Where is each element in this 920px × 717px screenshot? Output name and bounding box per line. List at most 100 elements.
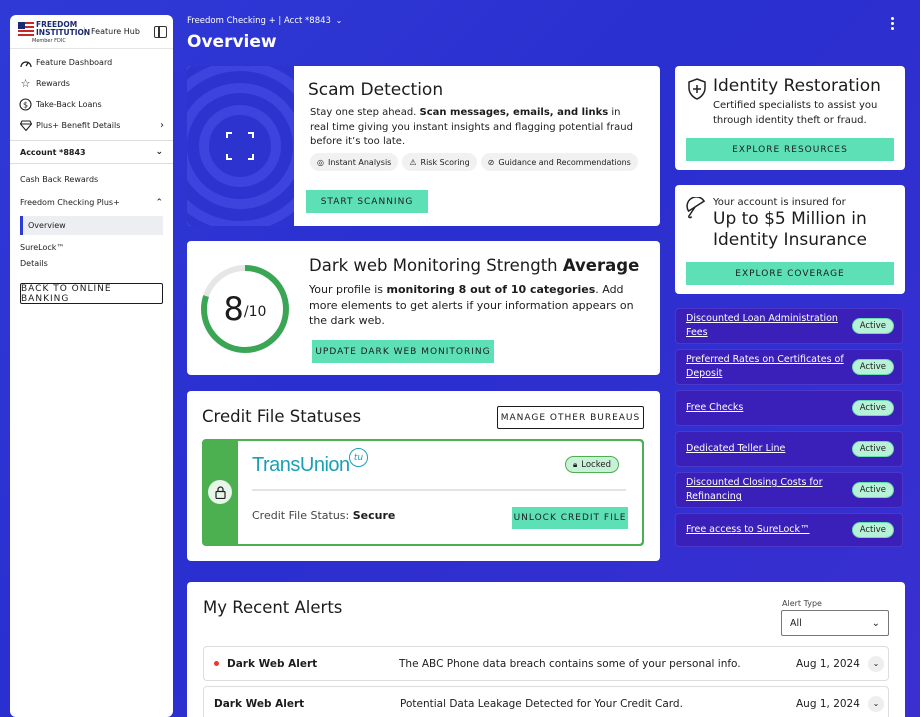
benefit-row[interactable]: Free Checks Active bbox=[675, 390, 903, 426]
feature-chip-guidance: ⊘ Guidance and Recommendations bbox=[480, 153, 638, 171]
darkweb-body-text: Your profile is bbox=[309, 283, 387, 296]
scan-graphic-panel bbox=[187, 66, 294, 226]
flag-logo-icon bbox=[18, 21, 34, 36]
sidebar-item-label: Plus+ Benefit Details bbox=[36, 121, 121, 130]
chevron-up-icon: ⌃ bbox=[155, 197, 163, 208]
sidebar-item-surelock[interactable]: SureLock™ bbox=[10, 239, 173, 255]
alert-type-select[interactable]: All ⌄ bbox=[781, 610, 889, 636]
sidebar-header: FREEDOM INSTITUTION Member FDIC Feature … bbox=[10, 15, 173, 49]
darkweb-body-bold: monitoring 8 out of 10 categories bbox=[386, 283, 596, 296]
chevron-down-icon: ⌄ bbox=[871, 617, 880, 629]
status-badge: Active bbox=[851, 359, 894, 375]
freedom-institution-logo[interactable]: FREEDOM INSTITUTION Member FDIC bbox=[16, 18, 90, 46]
back-to-online-banking-button[interactable]: BACK TO ONLINE BANKING bbox=[20, 283, 163, 304]
score-readout: 8/10 bbox=[199, 263, 291, 355]
scam-description: Stay one step ahead. Scan messages, emai… bbox=[310, 106, 640, 150]
identity-description: Certified specialists to assist you thro… bbox=[713, 100, 878, 126]
alerts-title: My Recent Alerts bbox=[203, 598, 343, 617]
benefit-link[interactable]: Free access to SureLock™ bbox=[686, 523, 852, 537]
identity-title: Identity Restoration bbox=[713, 76, 881, 96]
alert-description: The ABC Phone data breach contains some … bbox=[399, 657, 741, 670]
scam-body-text: Stay one step ahead. bbox=[310, 107, 420, 118]
scam-title: Scam Detection bbox=[308, 80, 444, 100]
locked-badge: 🔒︎ Locked bbox=[565, 456, 619, 473]
sidebar-item-feature-dashboard[interactable]: Feature Dashboard bbox=[10, 52, 173, 73]
sidebar-collapse-icon[interactable] bbox=[154, 25, 167, 38]
unlock-credit-file-button[interactable]: UNLOCK CREDIT FILE bbox=[512, 507, 628, 529]
identity-insurance-card: Your account is insured for Up to $5 Mil… bbox=[675, 185, 905, 294]
sidebar: FREEDOM INSTITUTION Member FDIC Feature … bbox=[10, 15, 173, 717]
locked-label: Locked bbox=[581, 459, 611, 470]
benefit-row[interactable]: Free access to SureLock™ Active bbox=[675, 513, 903, 547]
explore-resources-button[interactable]: EXPLORE RESOURCES bbox=[686, 138, 894, 161]
status-badge: Active bbox=[851, 522, 894, 538]
more-options-icon[interactable] bbox=[886, 17, 898, 33]
benefit-row[interactable]: Discounted Closing Costs for Refinancing… bbox=[675, 472, 903, 508]
start-scanning-button[interactable]: START SCANNING bbox=[306, 190, 428, 213]
benefit-row[interactable]: Discounted Loan Administration Fees Acti… bbox=[675, 308, 903, 344]
feature-chip-instant-analysis: ◎ Instant Analysis bbox=[310, 153, 399, 171]
alert-type: Dark Web Alert bbox=[214, 697, 305, 710]
sidebar-item-details[interactable]: Details bbox=[10, 255, 173, 271]
dollar-cycle-icon: $ bbox=[19, 98, 32, 111]
credit-file-panel: TransUnion tu 🔒︎ Locked Credit File Statu… bbox=[238, 441, 642, 544]
benefit-link[interactable]: Discounted Closing Costs for Refinancing bbox=[686, 476, 852, 504]
logo-text-line2: INSTITUTION bbox=[36, 27, 91, 37]
credit-status: Credit File Status: Secure bbox=[252, 509, 395, 522]
transunion-tu-icon: tu bbox=[349, 448, 368, 467]
sidebar-item-label: Feature Dashboard bbox=[36, 58, 113, 67]
sidebar-item-rewards[interactable]: ☆ Rewards bbox=[10, 73, 173, 94]
sidebar-item-label: SureLock™ bbox=[20, 242, 65, 252]
status-badge: Active bbox=[851, 400, 894, 416]
divider bbox=[252, 489, 626, 491]
sidebar-item-take-back-loans[interactable]: $ Take-Back Loans bbox=[10, 94, 173, 115]
status-badge: Active bbox=[851, 441, 894, 457]
score-max: /10 bbox=[243, 304, 267, 320]
transunion-credit-file: TransUnion tu 🔒︎ Locked Credit File Statu… bbox=[202, 439, 644, 546]
unread-dot-icon bbox=[214, 661, 219, 666]
page-title: Overview bbox=[187, 32, 277, 52]
alert-row[interactable]: Dark Web Alert Potential Data Leakage De… bbox=[203, 686, 889, 717]
expand-chevron-icon[interactable]: ⌄ bbox=[868, 655, 884, 672]
alert-type-value: All bbox=[790, 617, 802, 629]
scam-detection-card: Scam Detection Stay one step ahead. Scan… bbox=[187, 66, 660, 226]
benefit-link[interactable]: Dedicated Teller Line bbox=[686, 442, 852, 456]
chevron-right-icon: › bbox=[160, 120, 164, 131]
analysis-icon: ◎ bbox=[317, 157, 324, 167]
sidebar-item-label: Overview bbox=[28, 221, 66, 230]
identity-restoration-card: Identity Restoration Certified specialis… bbox=[675, 66, 905, 170]
sidebar-item-freedom-checking[interactable]: Freedom Checking Plus+ ⌃ bbox=[10, 191, 173, 214]
sidebar-item-cash-back-rewards[interactable]: Cash Back Rewards bbox=[10, 168, 173, 191]
chevron-down-icon: ⌄ bbox=[335, 16, 343, 25]
alert-row[interactable]: Dark Web Alert The ABC Phone data breach… bbox=[203, 646, 889, 681]
insurance-intro: Your account is insured for bbox=[713, 197, 846, 208]
benefit-link[interactable]: Free Checks bbox=[686, 401, 852, 415]
account-section-toggle[interactable]: Account *8843 ⌄ bbox=[10, 140, 173, 164]
sidebar-item-plus-benefit-details[interactable]: Plus+ Benefit Details › bbox=[10, 115, 173, 136]
chevron-down-icon: ⌄ bbox=[155, 147, 163, 157]
sidebar-item-label: Take-Back Loans bbox=[36, 100, 102, 109]
scan-target-icon bbox=[187, 66, 294, 226]
feature-chip-risk-scoring: ⚠ Risk Scoring bbox=[402, 153, 477, 171]
feature-hub-label: Feature Hub bbox=[84, 27, 154, 36]
compass-icon: ⊘ bbox=[487, 157, 495, 167]
credit-file-card: Credit File Statuses MANAGE OTHER BUREAU… bbox=[187, 391, 660, 561]
sidebar-item-overview[interactable]: Overview bbox=[20, 216, 163, 235]
benefit-link[interactable]: Preferred Rates on Certificates of Depos… bbox=[686, 353, 852, 381]
score-value: 8 bbox=[223, 290, 244, 328]
breadcrumb[interactable]: Freedom Checking + | Acct *8843 ⌄ bbox=[187, 16, 342, 26]
star-icon: ☆ bbox=[20, 77, 31, 90]
benefit-row[interactable]: Preferred Rates on Certificates of Depos… bbox=[675, 349, 903, 385]
chip-label: Instant Analysis bbox=[327, 157, 392, 167]
warning-icon: ⚠ bbox=[409, 157, 417, 167]
benefit-row[interactable]: Dedicated Teller Line Active bbox=[675, 431, 903, 467]
alert-type-label: Alert Type bbox=[782, 599, 822, 608]
sidebar-item-label: Freedom Checking Plus+ bbox=[20, 198, 120, 207]
explore-coverage-button[interactable]: EXPLORE COVERAGE bbox=[686, 262, 894, 285]
update-dark-web-monitoring-button[interactable]: UPDATE DARK WEB MONITORING bbox=[312, 340, 494, 363]
sidebar-item-label: Cash Back Rewards bbox=[20, 175, 99, 184]
benefit-link[interactable]: Discounted Loan Administration Fees bbox=[686, 312, 852, 340]
manage-other-bureaus-button[interactable]: MANAGE OTHER BUREAUS bbox=[497, 406, 644, 429]
diamond-icon bbox=[19, 119, 32, 132]
expand-chevron-icon[interactable]: ⌄ bbox=[868, 695, 884, 712]
